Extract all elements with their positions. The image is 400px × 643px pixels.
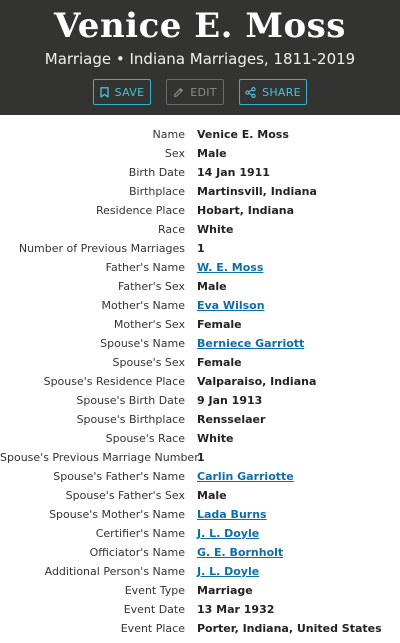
share-icon: [245, 86, 256, 98]
person-link[interactable]: Berniece Garriott: [197, 337, 304, 350]
record-row: Certifier's Name J. L. Doyle: [0, 524, 400, 543]
field-value: Valparaiso, Indiana: [197, 375, 317, 388]
record-row: Spouse's Birthplace Rensselaer: [0, 410, 400, 429]
field-value: 1: [197, 451, 205, 464]
record-row: Event Date 13 Mar 1932: [0, 600, 400, 619]
share-label: SHARE: [262, 85, 301, 99]
record-row: Event Place Porter, Indiana, United State…: [0, 619, 400, 638]
record-row: Spouse's Previous Marriage Number 1: [0, 448, 400, 467]
person-link[interactable]: Carlin Garriotte: [197, 470, 294, 483]
field-label: Spouse's Residence Place: [43, 375, 185, 388]
record-subtitle: Marriage • Indiana Marriages, 1811-2019: [44, 50, 356, 68]
person-link[interactable]: Eva Wilson: [197, 299, 265, 312]
pencil-icon: [173, 87, 184, 98]
field-label: Race: [158, 223, 185, 236]
record-row: Spouse's Residence Place Valparaiso, Indi…: [0, 372, 400, 391]
record-row: Sex Male: [0, 144, 400, 163]
record-header: Venice E. Moss Marriage • Indiana Marria…: [0, 0, 400, 115]
field-label: Mother's Name: [101, 299, 186, 312]
field-label: Officiator's Name: [89, 546, 185, 559]
field-label: Spouse's Birthplace: [76, 413, 185, 426]
person-link[interactable]: W. E. Moss: [197, 261, 263, 274]
record-row: Father's Sex Male: [0, 277, 400, 296]
record-row: Race White: [0, 220, 400, 239]
field-value: Male: [197, 147, 227, 160]
record-row: Mother's Sex Female: [0, 315, 400, 334]
page-title: Venice E. Moss: [54, 6, 346, 46]
field-label: Spouse's Name: [100, 337, 185, 350]
field-label: Spouse's Birth Date: [76, 394, 185, 407]
field-label: Birthplace: [128, 185, 185, 198]
record-row: Name Venice E. Moss: [0, 125, 400, 144]
field-value: Male: [197, 489, 227, 502]
person-link[interactable]: G. E. Bornholt: [197, 546, 283, 559]
field-value: Porter, Indiana, United States: [197, 622, 382, 635]
field-value: 14 Jan 1911: [197, 166, 270, 179]
record-row: Spouse's Sex Female: [0, 353, 400, 372]
field-label: Mother's Sex: [113, 318, 185, 331]
record-row: Spouse's Mother's Name Lada Burns: [0, 505, 400, 524]
field-value: Female: [197, 318, 242, 331]
record-row: Officiator's Name G. E. Bornholt: [0, 543, 400, 562]
share-button[interactable]: SHARE: [239, 79, 307, 105]
field-value: Martinsvill, Indiana: [197, 185, 317, 198]
record-row: Number of Previous Marriages 1: [0, 239, 400, 258]
save-button[interactable]: SAVE: [93, 79, 151, 105]
person-link[interactable]: J. L. Doyle: [197, 565, 259, 578]
record-row: Residence Place Hobart, Indiana: [0, 201, 400, 220]
record-row: Mother's Name Eva Wilson: [0, 296, 400, 315]
person-link[interactable]: J. L. Doyle: [197, 527, 259, 540]
bookmark-icon: [100, 86, 109, 98]
field-value: Rensselaer: [197, 413, 266, 426]
field-label: Spouse's Father's Name: [53, 470, 185, 483]
field-label: Birth Date: [128, 166, 185, 179]
field-label: Event Place: [120, 622, 185, 635]
field-value: Marriage: [197, 584, 253, 597]
save-label: SAVE: [114, 85, 145, 99]
record-row: Birthplace Martinsvill, Indiana: [0, 182, 400, 201]
record-row: Event Type Marriage: [0, 581, 400, 600]
field-label: Father's Sex: [118, 280, 185, 293]
field-label: Sex: [164, 147, 185, 160]
field-label: Event Type: [124, 584, 185, 597]
field-label: Spouse's Sex: [112, 356, 185, 369]
edit-label: EDIT: [190, 85, 217, 99]
field-value: White: [197, 432, 234, 445]
field-label: Certifier's Name: [95, 527, 185, 540]
record-details-list: Name Venice E. Moss Sex Male Birth Date 14 Ja…: [0, 115, 400, 638]
record-row: Spouse's Birth Date 9 Jan 1913: [0, 391, 400, 410]
field-label: Spouse's Previous Marriage Number: [0, 451, 199, 464]
record-row: Spouse's Race White: [0, 429, 400, 448]
record-row: Spouse's Name Berniece Garriott: [0, 334, 400, 353]
record-row: Father's Name W. E. Moss: [0, 258, 400, 277]
field-label: Spouse's Mother's Name: [49, 508, 185, 521]
field-value: White: [197, 223, 234, 236]
field-value: 13 Mar 1932: [197, 603, 275, 616]
field-value: Male: [197, 280, 227, 293]
field-value: 1: [197, 242, 205, 255]
record-row: Birth Date 14 Jan 1911: [0, 163, 400, 182]
field-label: Spouse's Race: [105, 432, 185, 445]
field-value: Hobart, Indiana: [197, 204, 294, 217]
record-row: Spouse's Father's Sex Male: [0, 486, 400, 505]
action-bar: SAVE EDIT SHARE: [0, 79, 400, 105]
field-label: Father's Name: [105, 261, 185, 274]
field-label: Spouse's Father's Sex: [65, 489, 185, 502]
field-label: Name: [152, 128, 185, 141]
field-label: Additional Person's Name: [44, 565, 185, 578]
field-label: Residence Place: [96, 204, 185, 217]
field-label: Event Date: [123, 603, 185, 616]
person-link[interactable]: Lada Burns: [197, 508, 267, 521]
field-value: Venice E. Moss: [197, 128, 289, 141]
record-row: Additional Person's Name J. L. Doyle: [0, 562, 400, 581]
field-value: 9 Jan 1913: [197, 394, 263, 407]
field-value: Female: [197, 356, 242, 369]
record-row: Spouse's Father's Name Carlin Garriotte: [0, 467, 400, 486]
edit-button[interactable]: EDIT: [166, 79, 224, 105]
field-label: Number of Previous Marriages: [18, 242, 185, 255]
